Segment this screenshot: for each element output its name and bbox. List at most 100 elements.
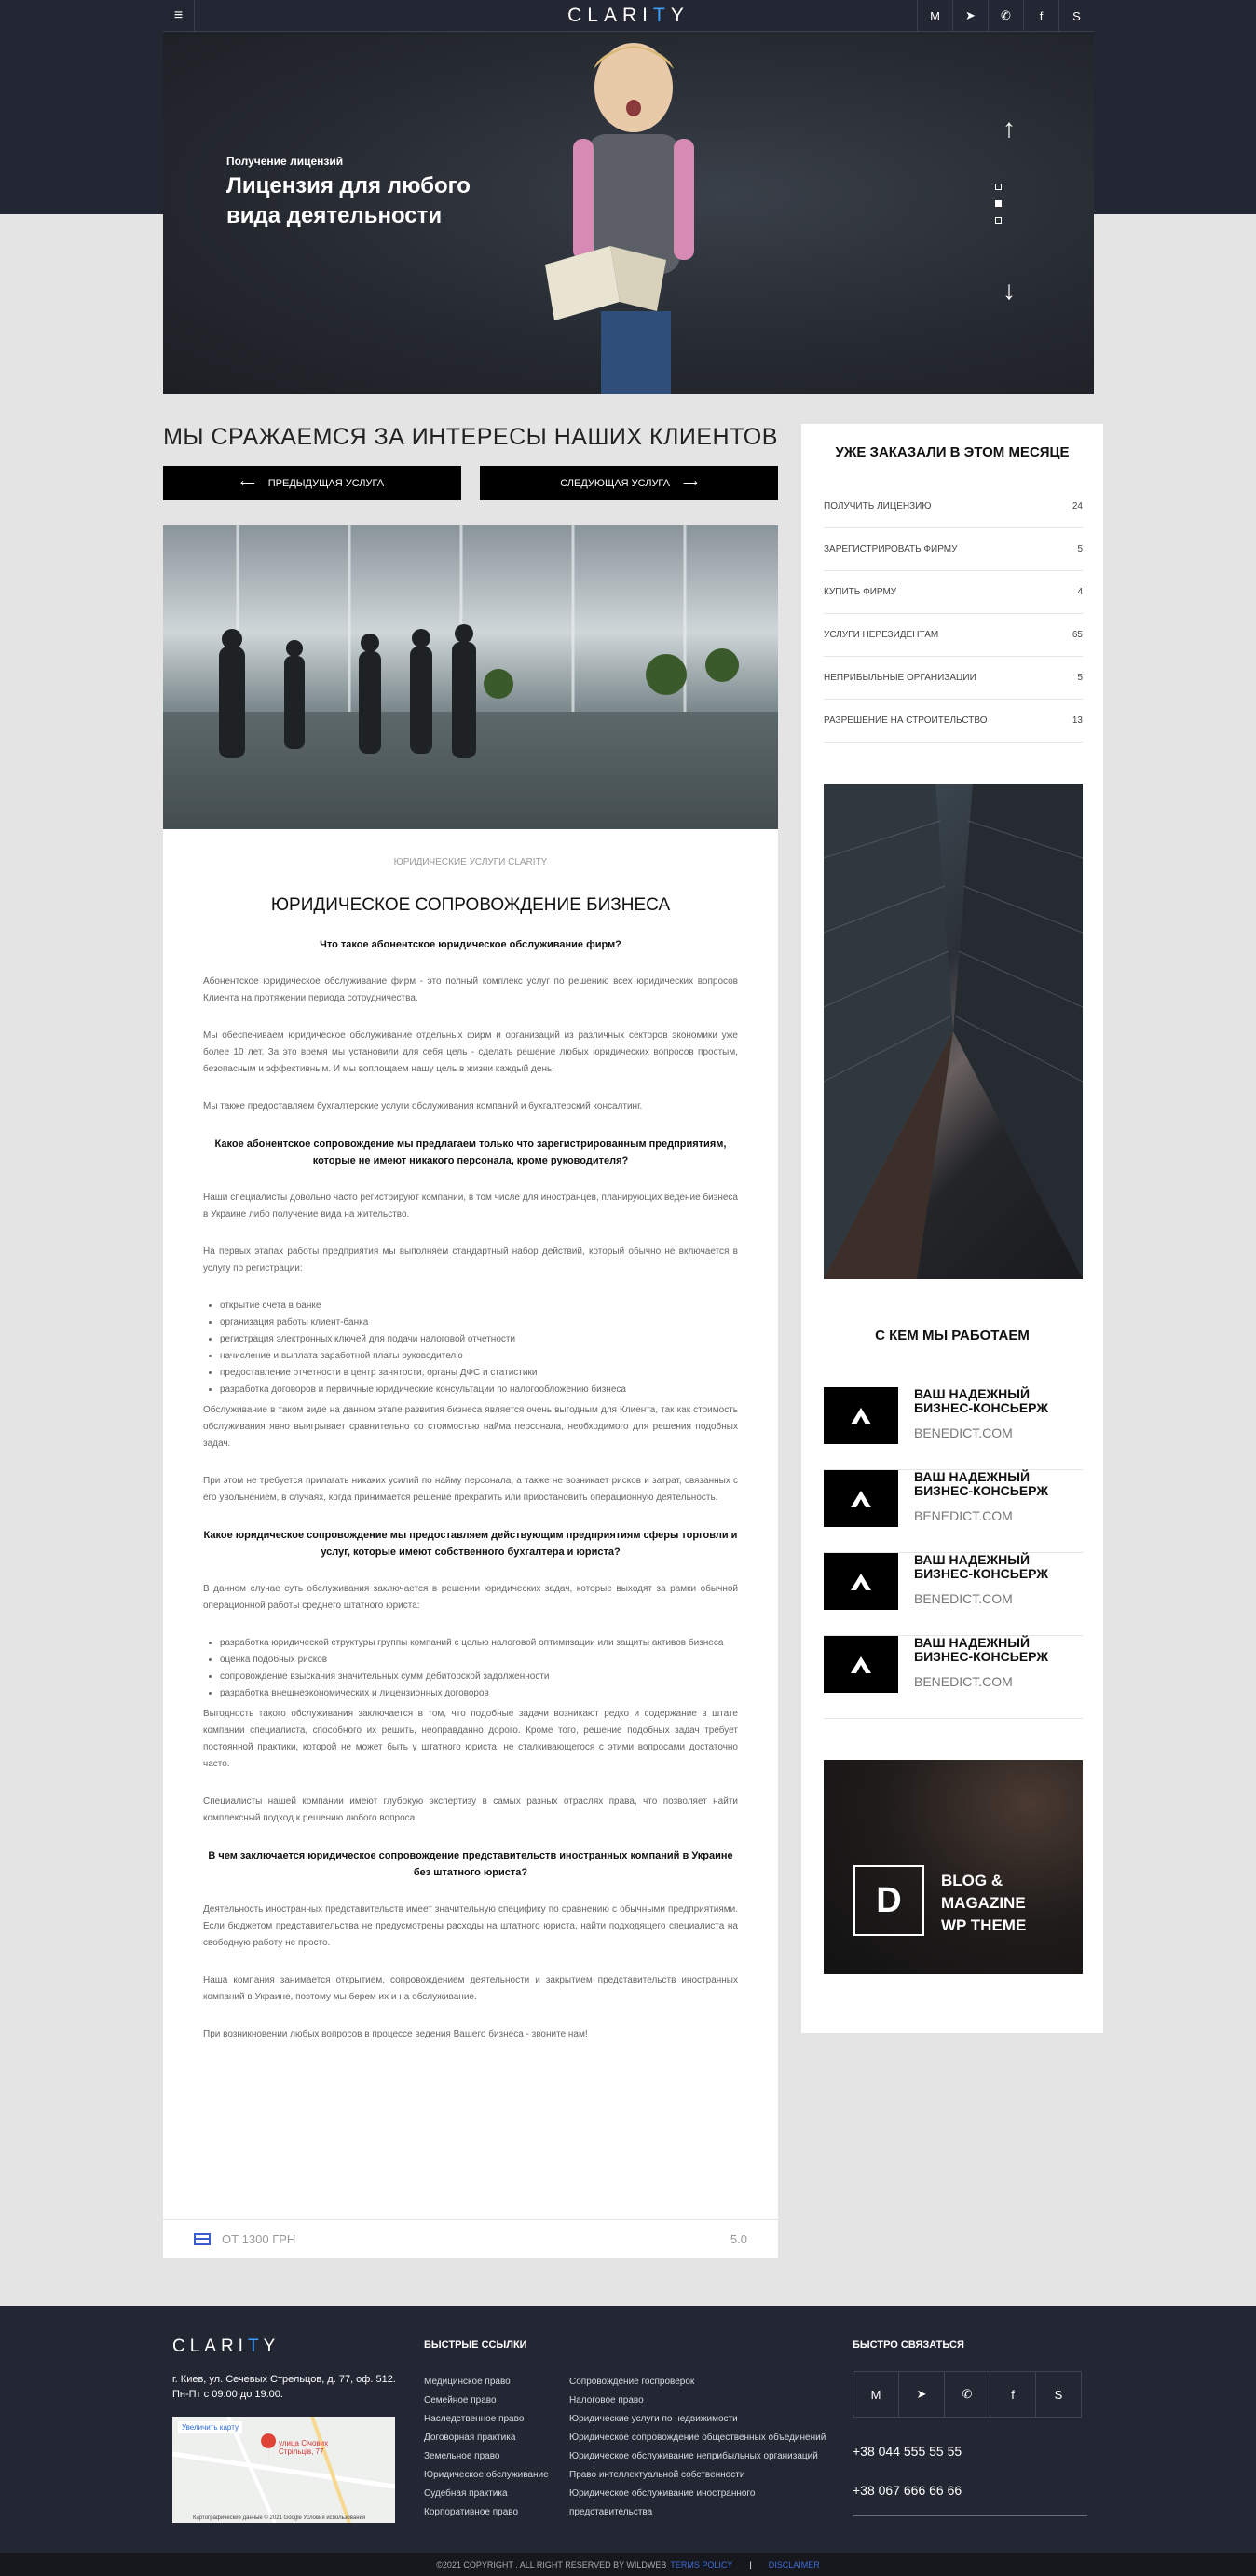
logo-text-end: Y xyxy=(263,2337,280,2356)
copyright-bar: ©2021 COPYRIGHT . ALL RIGHT RESERVED BY … xyxy=(0,2553,1256,2576)
partner-line: ВАШ НАДЕЖНЫЙ xyxy=(914,1552,1031,1567)
order-item[interactable]: НЕПРИБЫЛЬНЫЕ ОРГАНИЗАЦИИ 5 xyxy=(824,657,1083,700)
hero-subtitle: Получение лицензий xyxy=(226,155,344,168)
footer-link[interactable]: Земельное право xyxy=(424,2447,549,2466)
viber-icon[interactable]: ✆ xyxy=(988,0,1023,32)
footer-logo[interactable]: CLARITY xyxy=(172,2337,280,2357)
footer-link[interactable]: Семейное право xyxy=(424,2392,549,2410)
blog-theme-ad[interactable]: D BLOG & MAGAZINE WP THEME xyxy=(824,1760,1083,1974)
skyscrapers-banner[interactable] xyxy=(824,784,1083,1279)
footer-link[interactable]: Юридическое обслуживание неприбыльных ор… xyxy=(569,2447,826,2466)
footer-link[interactable]: Налоговое право xyxy=(569,2392,826,2410)
article-paragraph: Наша компания занимается открытием, сопр… xyxy=(203,1975,738,2002)
phone-link[interactable]: +38 067 666 66 66 xyxy=(853,2483,962,2498)
logo-accent: T xyxy=(653,5,671,26)
order-item[interactable]: ПОЛУЧИТЬ ЛИЦЕНЗИЮ 24 xyxy=(824,485,1083,528)
partner-line: ВАШ НАДЕЖНЫЙ xyxy=(914,1635,1031,1650)
footer-link[interactable]: Юридическое сопровождение общественных о… xyxy=(569,2429,826,2447)
partner-tagline: ВАШ НАДЕЖНЫЙ БИЗНЕС-КОНСЬЕРЖ xyxy=(914,1387,1048,1415)
hours-text: Пн-Пт с 09:00 до 19:00. xyxy=(172,2389,283,2400)
partner-line: ВАШ НАДЕЖНЫЙ xyxy=(914,1469,1031,1484)
hero-title: Лицензия для любого вида деятельности xyxy=(226,173,471,228)
terms-link[interactable]: TERMS POLICY xyxy=(670,2560,732,2569)
service-price: ОТ 1300 ГРН xyxy=(222,2232,296,2246)
footer-link[interactable]: Договорная практика xyxy=(424,2429,549,2447)
order-item[interactable]: РАЗРЕШЕНИЕ НА СТРОИТЕЛЬСТВО 13 xyxy=(824,700,1083,743)
article-paragraph: При этом не требуется прилагать никаких … xyxy=(203,1476,738,1503)
article-paragraph: Наши специалисты довольно часто регистри… xyxy=(203,1193,738,1220)
phone-link[interactable]: +38 044 555 55 55 xyxy=(853,2444,962,2459)
article-paragraph: При возникновении любых вопросов в проце… xyxy=(203,2029,588,2039)
location-map[interactable]: Увеличить карту улица Січових Стрільців,… xyxy=(172,2417,395,2523)
order-item[interactable]: КУПИТЬ ФИРМУ 4 xyxy=(824,571,1083,614)
list-item: оценка подобных рисков xyxy=(220,1652,738,1669)
partner-card[interactable]: ВАШ НАДЕЖНЫЙ БИЗНЕС-КОНСЬЕРЖ BENEDICT.COM xyxy=(824,1470,1083,1553)
partner-card[interactable]: ВАШ НАДЕЖНЫЙ БИЗНЕС-КОНСЬЕРЖ BENEDICT.COM xyxy=(824,1636,1083,1719)
slider-down-arrow-icon[interactable]: ↓ xyxy=(1003,276,1016,306)
partner-card[interactable]: ВАШ НАДЕЖНЫЙ БИЗНЕС-КОНСЬЕРЖ BENEDICT.COM xyxy=(824,1387,1083,1470)
facebook-icon[interactable]: f xyxy=(1023,0,1058,32)
telegram-icon[interactable]: ➤ xyxy=(952,0,988,32)
ad-text: BLOG & MAGAZINE WP THEME xyxy=(941,1870,1026,1937)
partner-logo-icon xyxy=(824,1553,898,1610)
article-question: Что такое абонентское юридическое обслуж… xyxy=(320,939,621,950)
slider-dot[interactable] xyxy=(995,217,1002,224)
viber-icon[interactable]: ✆ xyxy=(944,2371,990,2418)
footer-link[interactable]: Сопровождение госпроверок xyxy=(569,2373,826,2392)
service-rating: 5.0 xyxy=(730,2232,747,2246)
telegram-icon[interactable]: ➤ xyxy=(898,2371,945,2418)
next-service-button[interactable]: СЛЕДУЮЩАЯ УСЛУГА ⟶ xyxy=(480,466,778,500)
list-item: организация работы клиент-банка xyxy=(220,1315,738,1331)
map-pin-label: улица Січових Стрільців, 77 xyxy=(279,2439,329,2456)
quick-links-col1: Медицинское право Семейное право Наследс… xyxy=(424,2373,549,2522)
slider-dot[interactable] xyxy=(995,184,1002,190)
skype-icon[interactable]: S xyxy=(1058,0,1094,32)
partner-line: БИЗНЕС-КОНСЬЕРЖ xyxy=(914,1649,1048,1664)
footer-link[interactable]: представительства xyxy=(569,2503,826,2522)
footer-link[interactable]: Юридическое обслуживание xyxy=(424,2466,549,2485)
arrow-left-icon: ⟵ xyxy=(239,478,255,489)
partner-line: БИЗНЕС-КОНСЬЕРЖ xyxy=(914,1483,1048,1498)
partner-card[interactable]: ВАШ НАДЕЖНЫЙ БИЗНЕС-КОНСЬЕРЖ BENEDICT.COM xyxy=(824,1553,1083,1636)
hero-slider: Получение лицензий Лицензия для любого в… xyxy=(163,32,1094,394)
partner-tagline: ВАШ НАДЕЖНЫЙ БИЗНЕС-КОНСЬЕРЖ xyxy=(914,1636,1048,1664)
gmail-icon[interactable]: M xyxy=(853,2371,899,2418)
list-item: предоставление отчетности в центр занято… xyxy=(220,1365,738,1382)
facebook-icon[interactable]: f xyxy=(990,2371,1036,2418)
arrow-right-icon: ⟶ xyxy=(683,478,698,489)
order-item[interactable]: ЗАРЕГИСТРИРОВАТЬ ФИРМУ 5 xyxy=(824,528,1083,571)
footer-link[interactable]: Юридическое обслуживание иностранного xyxy=(569,2485,826,2503)
footer-link[interactable]: Наследственное право xyxy=(424,2410,549,2429)
footer-link[interactable]: Медицинское право xyxy=(424,2373,549,2392)
slider-dot-active[interactable] xyxy=(995,200,1002,207)
footer-link[interactable]: Право интеллектуальной собственности xyxy=(569,2466,826,2485)
article-paragraph: Мы также предоставляем бухгалтерские усл… xyxy=(203,1101,643,1111)
services-list: открытие счета в банке организация работ… xyxy=(203,1298,738,1398)
logo-text: CLARI xyxy=(172,2337,248,2356)
order-name: УСЛУГИ НЕРЕЗИДЕНТАМ xyxy=(824,630,939,640)
slider-up-arrow-icon[interactable]: ↑ xyxy=(1003,114,1016,143)
footer-link[interactable]: Судебная практика xyxy=(424,2485,549,2503)
article-paragraph: На первых этапах работы предприятия мы в… xyxy=(203,1247,738,1274)
prev-service-button[interactable]: ⟵ ПРЕДЫДУЩАЯ УСЛУГА xyxy=(163,466,461,500)
copyright-text: ©2021 COPYRIGHT . ALL RIGHT RESERVED BY … xyxy=(436,2559,667,2569)
site-footer: CLARITY г. Киев, ул. Сечевых Стрельцов, … xyxy=(0,2306,1256,2553)
gmail-icon[interactable]: M xyxy=(917,0,952,32)
footer-address: г. Киев, ул. Сечевых Стрельцов, д. 77, о… xyxy=(172,2372,396,2402)
order-count: 5 xyxy=(1077,544,1083,554)
order-item[interactable]: УСЛУГИ НЕРЕЗИДЕНТАМ 65 xyxy=(824,614,1083,657)
skype-icon[interactable]: S xyxy=(1035,2371,1082,2418)
footer-link[interactable]: Юридические услуги по недвижимости xyxy=(569,2410,826,2429)
article-question: Какое абонентское сопровождение мы предл… xyxy=(214,1138,727,1166)
service-article: ЮРИДИЧЕСКИЕ УСЛУГИ CLARITY ЮРИДИЧЕСКОЕ С… xyxy=(163,525,778,2258)
footer-link[interactable]: Корпоративное право xyxy=(424,2503,549,2522)
partner-url: BENEDICT.COM xyxy=(914,1674,1013,1689)
enlarge-map-link[interactable]: Увеличить карту xyxy=(178,2421,242,2433)
list-item: разработка договоров и первичные юридиче… xyxy=(220,1382,738,1398)
disclaimer-link[interactable]: DISCLAIMER xyxy=(769,2560,820,2569)
order-name: ПОЛУЧИТЬ ЛИЦЕНЗИЮ xyxy=(824,501,932,511)
page-heading: МЫ СРАЖАЕМСЯ ЗА ИНТЕРЕСЫ НАШИХ КЛИЕНТОВ xyxy=(163,424,778,450)
skyscrapers-illustration xyxy=(824,784,1083,1279)
order-count: 13 xyxy=(1072,716,1083,726)
partner-tagline: ВАШ НАДЕЖНЫЙ БИЗНЕС-КОНСЬЕРЖ xyxy=(914,1470,1048,1498)
